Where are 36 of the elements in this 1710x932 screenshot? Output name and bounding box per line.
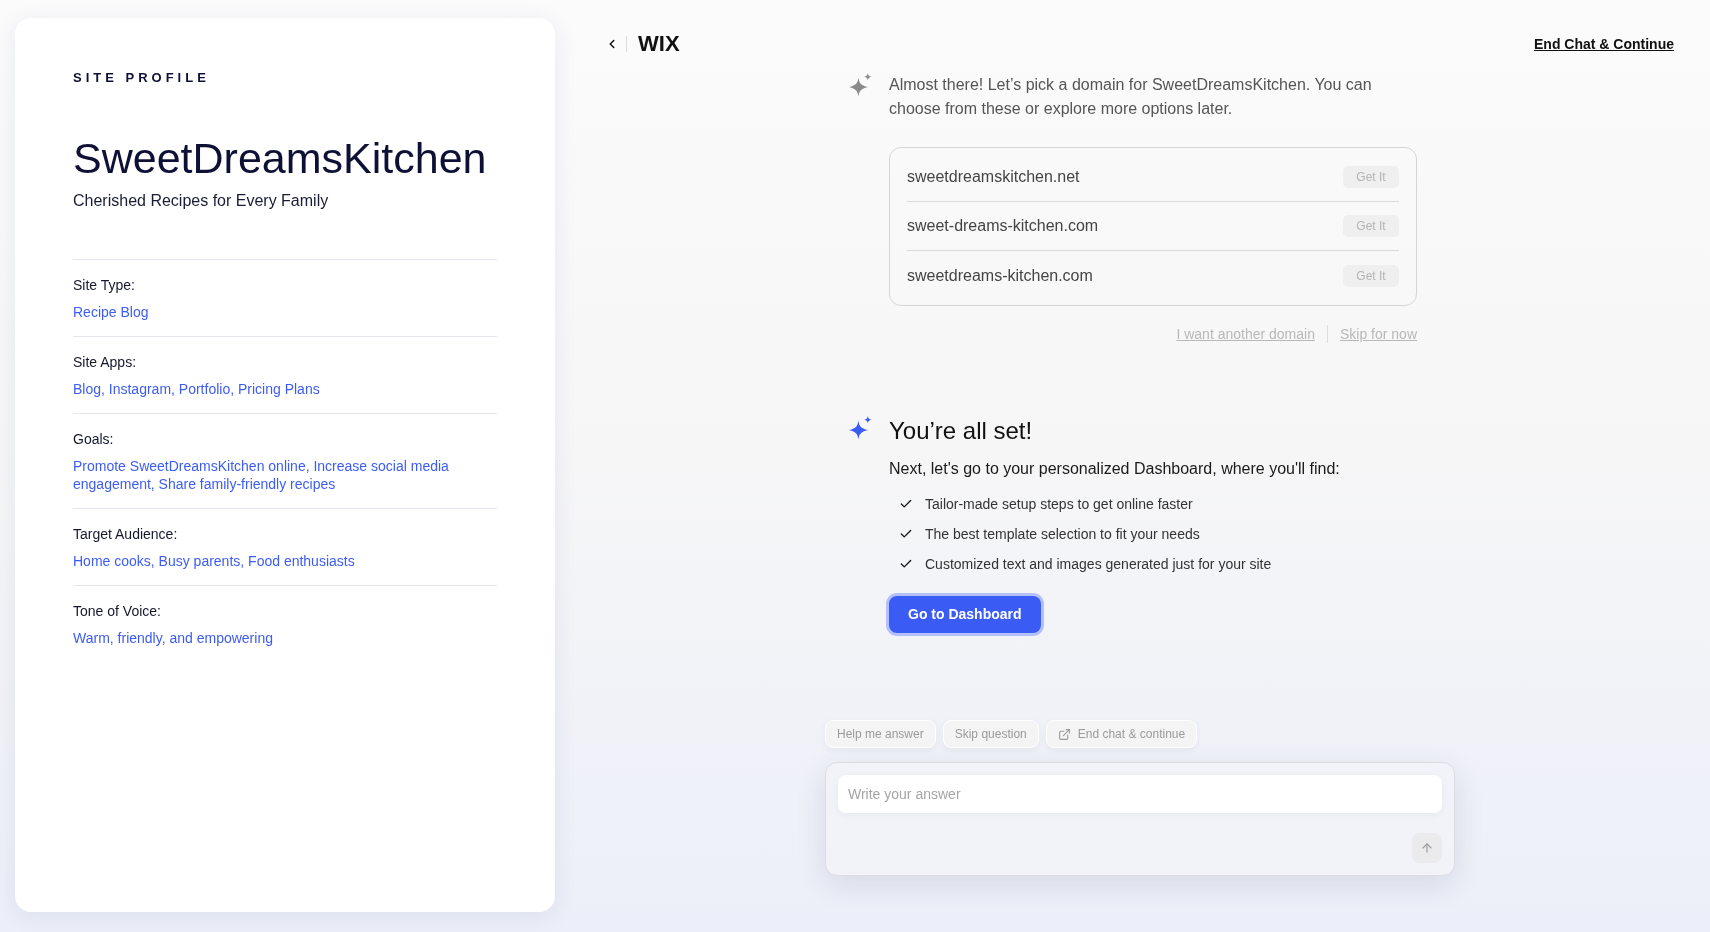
field-label: Tone of Voice: (73, 602, 162, 621)
suggestion-chip[interactable]: Help me answer (825, 720, 936, 748)
site-tagline: Cherished Recipes for Every Family (73, 191, 330, 211)
suggestion-chip[interactable]: End chat & continue (1045, 720, 1198, 748)
logo: WIX (638, 32, 680, 56)
feature-text: Tailor-made setup steps to get online faster (925, 494, 1193, 514)
answer-input[interactable]: Write your answer (838, 775, 1442, 813)
check-icon (899, 497, 913, 511)
field-value: Blog, Instagram, Portfolio, Pricing Plans (73, 380, 321, 398)
end-chat-link[interactable]: End Chat & Continue (1534, 33, 1674, 55)
message-intro: Next, let's go to your personalized Dashboard, where you'll find: (889, 459, 1341, 479)
site-name: SweetDreamsKitchen (73, 133, 488, 183)
field-label: Goals: (73, 430, 115, 449)
domain-name: sweetdreams-kitchen.com (907, 265, 1093, 286)
field-value: Promote SweetDreamsKitchen online, Increase social media engagement, Share family-friendly recipes (73, 457, 450, 493)
arrow-up-icon (1420, 841, 1434, 855)
field-label: Site Type: (73, 276, 136, 295)
domain-name: sweetdreamskitchen.net (907, 167, 1080, 187)
feature-text: Customized text and images generated just for your site (925, 554, 1272, 574)
message-title: You’re all set! (889, 416, 1034, 446)
field-label: Site Apps: (73, 353, 138, 372)
assistant-message: Almost there! Let’s pick a domain for SweetDreamsKitchen. You can choose from these or explore more options later. (889, 75, 1373, 119)
check-icon (899, 557, 913, 571)
domain-name: sweet-dreams-kitchen.com (907, 216, 1099, 236)
sparkle-icon (848, 73, 872, 97)
field-value: Warm, friendly, and empowering (73, 629, 274, 647)
external-link-icon (1057, 727, 1071, 741)
sparkle-icon (848, 416, 872, 440)
field-label: Target Audience: (73, 525, 179, 544)
check-icon (899, 527, 913, 541)
field-value: Home cooks, Busy parents, Food enthusiasts (73, 552, 356, 570)
section-heading: SITE PROFILE (73, 70, 211, 86)
field-value: Recipe Blog (73, 303, 150, 321)
suggestion-chip[interactable]: Skip question (942, 720, 1039, 748)
dashboard-button[interactable]: Go to Dashboard (889, 596, 1041, 633)
feature-text: The best template selection to fit your needs (925, 524, 1200, 544)
